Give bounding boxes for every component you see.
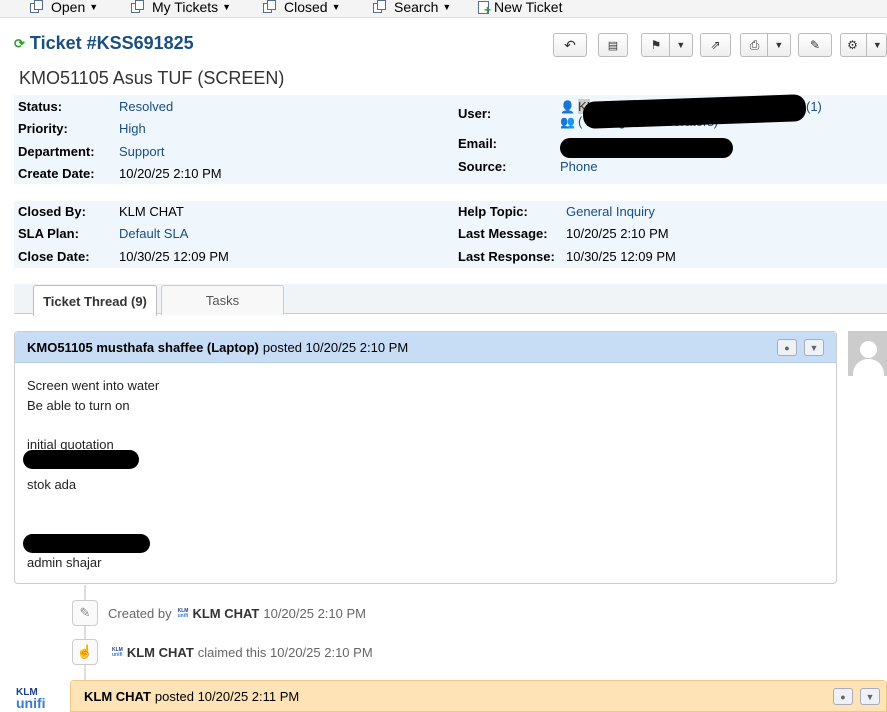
priority-value[interactable]: High [119, 121, 146, 136]
klm-unifi-logo: KLM unifi [112, 646, 123, 658]
caret-down-icon: ▼ [89, 2, 99, 12]
caret-down-icon: ▼ [767, 34, 789, 56]
entry-body-line: Be able to turn on [27, 398, 130, 413]
status-label: Status: [18, 99, 63, 114]
klm-unifi-logo: KLM unifi [177, 607, 189, 619]
entry-author: KLM CHAT [84, 688, 151, 704]
caret-down-icon: ▼ [865, 691, 875, 702]
share-icon: ⇗ [710, 38, 721, 52]
nav-open[interactable]: Open ▼ [30, 0, 98, 16]
thread-entry-header: KLM CHAT posted 10/20/25 2:11 PM [71, 681, 886, 712]
entry-user-button[interactable]: ● [777, 339, 797, 356]
create-date-value: 10/20/25 2:10 PM [119, 166, 222, 181]
create-date-label: Create Date: [18, 166, 95, 181]
settings-button[interactable]: ⚙ ▼ [840, 33, 887, 57]
tickets-icon [30, 0, 46, 14]
last-response-value: 10/30/25 12:09 PM [566, 249, 676, 264]
reply-button[interactable]: ↶ [553, 33, 587, 57]
tickets-icon [263, 0, 279, 14]
nav-search[interactable]: Search ▼ [373, 0, 451, 16]
caret-down-icon: ▼ [865, 34, 887, 56]
caret-down-icon: ▼ [809, 342, 819, 353]
source-label: Source: [458, 159, 507, 174]
refresh-icon[interactable]: ⟳ [14, 36, 25, 52]
entry-timestamp: posted 10/20/25 2:10 PM [262, 339, 409, 355]
nav-new-ticket[interactable]: New Ticket [478, 0, 562, 16]
new-ticket-icon [478, 0, 491, 16]
entry-timestamp: posted 10/20/25 2:11 PM [154, 688, 300, 704]
transfer-button[interactable]: ⇗ [700, 33, 731, 57]
tickets-icon [373, 0, 389, 14]
thread-entry-header: KMO51105 musthafa shaffee (Laptop) poste… [15, 332, 836, 363]
department-value[interactable]: Support [119, 144, 165, 159]
close-date-value: 10/30/25 12:09 PM [119, 249, 229, 264]
help-topic-value[interactable]: General Inquiry [566, 204, 655, 219]
magic-wand-icon: ✎ [72, 600, 98, 626]
print-button[interactable]: ⎙ ▼ [740, 33, 791, 57]
gear-icon: ⚙ [847, 38, 858, 52]
flag-button[interactable]: ⚑ ▼ [641, 33, 693, 57]
thread-entry: KLM CHAT posted 10/20/25 2:11 PM ● ▼ [70, 680, 887, 712]
flag-icon: ⚑ [650, 38, 662, 52]
edit-icon: ✎ [809, 38, 821, 52]
user-label: User: [458, 106, 492, 121]
entry-user-button[interactable]: ● [833, 688, 853, 705]
klm-unifi-logo: KLM unifi [16, 687, 46, 711]
department-label: Department: [18, 144, 95, 159]
event-claimed: KLM unifi KLM CHAT claimed this 10/20/25 … [112, 645, 373, 660]
close-date-label: Close Date: [18, 249, 90, 264]
status-value[interactable]: Resolved [119, 99, 173, 114]
help-topic-label: Help Topic: [458, 204, 528, 219]
entry-body-line: admin shajar [27, 555, 102, 570]
group-icon: 👥 [560, 114, 575, 129]
priority-label: Priority: [18, 121, 68, 136]
tickets-icon [131, 0, 147, 14]
user-icon: 👤 [560, 99, 575, 114]
email-label: Email: [458, 136, 498, 151]
user-icon: ● [840, 691, 846, 702]
entry-body-line: stok ada [27, 477, 77, 492]
sla-plan-label: SLA Plan: [18, 226, 79, 241]
sla-plan-value[interactable]: Default SLA [119, 226, 188, 241]
entry-body-line: Screen went into water [27, 378, 160, 393]
nav-my-tickets[interactable]: My Tickets ▼ [131, 0, 231, 16]
entry-author: KMO51105 musthafa shaffee (Laptop) [27, 339, 259, 355]
ticket-subject: KMO51105 Asus TUF (SCREEN) [19, 68, 285, 88]
caret-down-icon: ▼ [669, 34, 691, 56]
avatar [848, 331, 887, 376]
redacted-text [23, 450, 139, 469]
redacted-email [560, 138, 733, 158]
printer-icon: ⎙ [749, 37, 760, 52]
nav-closed[interactable]: Closed ▼ [263, 0, 341, 16]
closed-by-value: KLM CHAT [119, 204, 184, 219]
last-message-value: 10/20/25 2:10 PM [566, 226, 669, 241]
document-icon: ▤ [607, 39, 619, 52]
event-created: Created by KLM unifi KLM CHAT 10/20/25 2:… [108, 606, 366, 621]
tab-ticket-thread[interactable]: Ticket Thread (9) [33, 285, 157, 316]
top-nav: Open▼ My Tickets▼ Closed▼ Search▼ New Ti… [0, 0, 887, 18]
caret-down-icon: ▼ [442, 2, 452, 12]
last-message-label: Last Message: [458, 226, 548, 241]
thumbs-up-icon: ☝ [72, 639, 98, 665]
user-icon: ● [784, 342, 790, 353]
last-response-label: Last Response: [458, 249, 555, 264]
closed-by-label: Closed By: [18, 204, 86, 219]
print-pdf-button[interactable]: ▤ [598, 33, 628, 57]
caret-down-icon: ▼ [222, 2, 232, 12]
user-ticket-count[interactable]: (1) [806, 99, 822, 114]
redacted-text [23, 534, 150, 553]
entry-options-button[interactable]: ▼ [860, 688, 880, 705]
source-value[interactable]: Phone [560, 159, 598, 174]
edit-button[interactable]: ✎ [798, 33, 832, 57]
ticket-title[interactable]: ⟳ Ticket #KSS691825 [14, 33, 194, 54]
entry-options-button[interactable]: ▼ [804, 339, 824, 356]
caret-down-icon: ▼ [331, 2, 341, 12]
reply-icon: ↶ [564, 36, 576, 53]
tab-tasks[interactable]: Tasks [161, 285, 284, 315]
